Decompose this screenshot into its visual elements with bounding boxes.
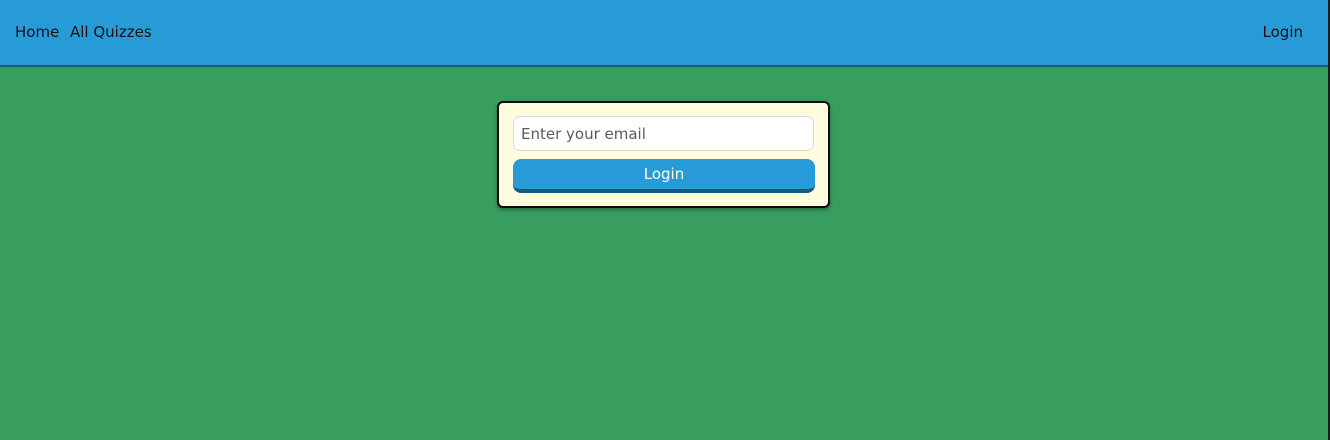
nav-link-all-quizzes[interactable]: All Quizzes [70,0,152,65]
nav-link-home[interactable]: Home [15,0,59,65]
top-navbar: Home All Quizzes Login [0,0,1328,67]
login-button[interactable]: Login [513,159,815,193]
nav-link-login[interactable]: Login [1263,0,1303,65]
email-input[interactable] [513,116,814,151]
login-card: Login [497,101,830,208]
